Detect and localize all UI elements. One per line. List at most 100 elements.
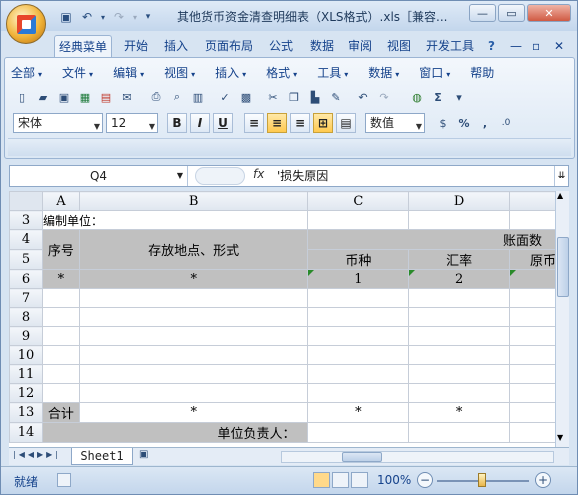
save-file-icon[interactable]: ▣ <box>55 88 73 106</box>
cell-c6[interactable]: 1 <box>307 269 410 289</box>
menu-all[interactable]: 全部 ▾ <box>11 64 42 82</box>
print-preview-icon[interactable]: ⌕ <box>168 88 186 106</box>
font-size-combo[interactable]: 12 ▼ <box>106 113 158 133</box>
horizontal-scroll-thumb[interactable] <box>342 452 382 462</box>
cell[interactable] <box>41 364 80 384</box>
undo-dropdown-icon[interactable]: ▾ <box>99 8 107 26</box>
page-break-view-icon[interactable] <box>351 472 368 488</box>
customize-qat-icon[interactable]: ▾ <box>142 8 154 26</box>
macro-record-icon[interactable] <box>57 473 71 487</box>
cell[interactable] <box>78 326 309 346</box>
cell[interactable] <box>408 307 510 327</box>
cell-book-header[interactable]: 账面数 <box>307 229 569 250</box>
column-header-b[interactable]: B <box>78 191 309 211</box>
cell[interactable] <box>408 326 510 346</box>
cell-owner-label[interactable]: 单位负责人： <box>41 422 309 443</box>
excel-icon[interactable]: ▦ <box>76 88 94 106</box>
cell[interactable] <box>78 288 309 308</box>
tab-home[interactable]: 开始 <box>120 35 152 57</box>
ribbon-restore-icon[interactable]: ▫ <box>528 35 544 57</box>
redo-dropdown-icon[interactable]: ▾ <box>131 8 139 26</box>
vertical-scroll-thumb[interactable] <box>557 237 569 297</box>
cell-rate-header[interactable]: 汇率 <box>408 249 510 270</box>
name-box[interactable]: Q4 ▼ <box>10 166 188 186</box>
row-header-8[interactable]: 8 <box>9 307 43 327</box>
fx-icon[interactable]: fx <box>253 167 264 181</box>
cell[interactable] <box>307 364 410 384</box>
zoom-in-icon[interactable]: + <box>535 472 551 488</box>
cell-d3[interactable] <box>408 210 510 230</box>
cell[interactable] <box>41 383 80 403</box>
cell[interactable] <box>307 383 410 403</box>
cell-location-header[interactable]: 存放地点、形式 <box>78 229 309 270</box>
column-header-c[interactable]: C <box>307 191 410 211</box>
sheet-nav-icons[interactable]: |◀◀▶▶| <box>13 450 61 459</box>
minimize-button[interactable]: — <box>469 4 496 22</box>
cell[interactable] <box>307 326 410 346</box>
sort-icon[interactable]: ▾ <box>450 88 468 106</box>
cell[interactable] <box>307 288 410 308</box>
menu-edit[interactable]: 编辑 ▾ <box>113 64 144 82</box>
cell[interactable] <box>41 326 80 346</box>
cell-c3[interactable] <box>307 210 410 230</box>
paste-icon[interactable]: ▙ <box>306 88 324 106</box>
align-left-button[interactable]: ≡ <box>244 113 264 133</box>
cell[interactable] <box>408 345 510 365</box>
cell[interactable] <box>78 383 309 403</box>
spell-check-icon[interactable]: ✓ <box>216 88 234 106</box>
align-center-button[interactable]: ≡ <box>267 113 287 133</box>
cell[interactable] <box>307 345 410 365</box>
cell-total-label[interactable]: 合计 <box>41 402 80 423</box>
pdf-icon[interactable]: ▤ <box>97 88 115 106</box>
cell[interactable] <box>78 364 309 384</box>
ribbon-close-icon[interactable]: ✕ <box>550 35 568 57</box>
row-header-4[interactable]: 4 <box>9 229 43 250</box>
cell[interactable] <box>78 307 309 327</box>
page-layout-view-icon[interactable] <box>332 472 349 488</box>
cell-d14[interactable] <box>408 422 510 443</box>
menu-tools[interactable]: 工具 ▾ <box>317 64 348 82</box>
font-name-combo[interactable]: 宋体 ▼ <box>13 113 103 133</box>
cell-b6[interactable]: * <box>78 269 309 289</box>
cell-seq-header[interactable]: 序号 <box>41 229 80 270</box>
cell[interactable] <box>41 288 80 308</box>
cell[interactable] <box>408 364 510 384</box>
normal-view-icon[interactable] <box>313 472 330 488</box>
cut-icon[interactable]: ✂ <box>264 88 282 106</box>
cell-b13[interactable]: * <box>78 402 309 423</box>
expand-formula-bar-icon[interactable]: ⇊ <box>554 166 568 186</box>
row-header-14[interactable]: 14 <box>9 422 43 443</box>
zoom-out-icon[interactable]: − <box>417 472 433 488</box>
zoom-level[interactable]: 100% <box>377 473 411 487</box>
open-icon[interactable]: ▰ <box>34 88 52 106</box>
increase-decimal-icon[interactable]: .0 <box>497 114 515 132</box>
new-icon[interactable]: ▯ <box>13 88 31 106</box>
tab-insert[interactable]: 插入 <box>160 35 192 57</box>
scroll-up-icon[interactable]: ▲ <box>557 191 563 200</box>
italic-button[interactable]: I <box>190 113 210 133</box>
align-right-button[interactable]: ≡ <box>290 113 310 133</box>
cell[interactable] <box>78 345 309 365</box>
redo-icon[interactable]: ↷ <box>110 8 128 26</box>
cell[interactable] <box>408 288 510 308</box>
cell[interactable] <box>307 307 410 327</box>
menu-help[interactable]: 帮助 <box>470 64 494 82</box>
print-icon[interactable]: ⎙ <box>147 88 165 106</box>
menu-view[interactable]: 视图 ▾ <box>164 64 195 82</box>
autosum-icon[interactable]: Σ <box>429 88 447 106</box>
copy-icon[interactable]: ❐ <box>285 88 303 106</box>
scroll-down-icon[interactable]: ▼ <box>557 433 563 442</box>
comma-button[interactable]: , <box>476 114 494 132</box>
underline-button[interactable]: U <box>213 113 233 133</box>
row-header-3[interactable]: 3 <box>9 210 43 230</box>
column-header-a[interactable]: A <box>41 191 80 211</box>
tab-classic-menu[interactable]: 经典菜单 <box>54 35 113 57</box>
redo-toolbar-icon[interactable]: ↷ <box>375 88 393 106</box>
cell[interactable] <box>41 307 80 327</box>
close-button[interactable]: ✕ <box>527 4 571 22</box>
ribbon-minimize-icon[interactable]: — <box>506 35 526 57</box>
currency-icon[interactable]: $ <box>434 114 452 132</box>
undo-toolbar-icon[interactable]: ↶ <box>354 88 372 106</box>
research-icon[interactable]: ▩ <box>237 88 255 106</box>
hyperlink-icon[interactable]: ◍ <box>408 88 426 106</box>
